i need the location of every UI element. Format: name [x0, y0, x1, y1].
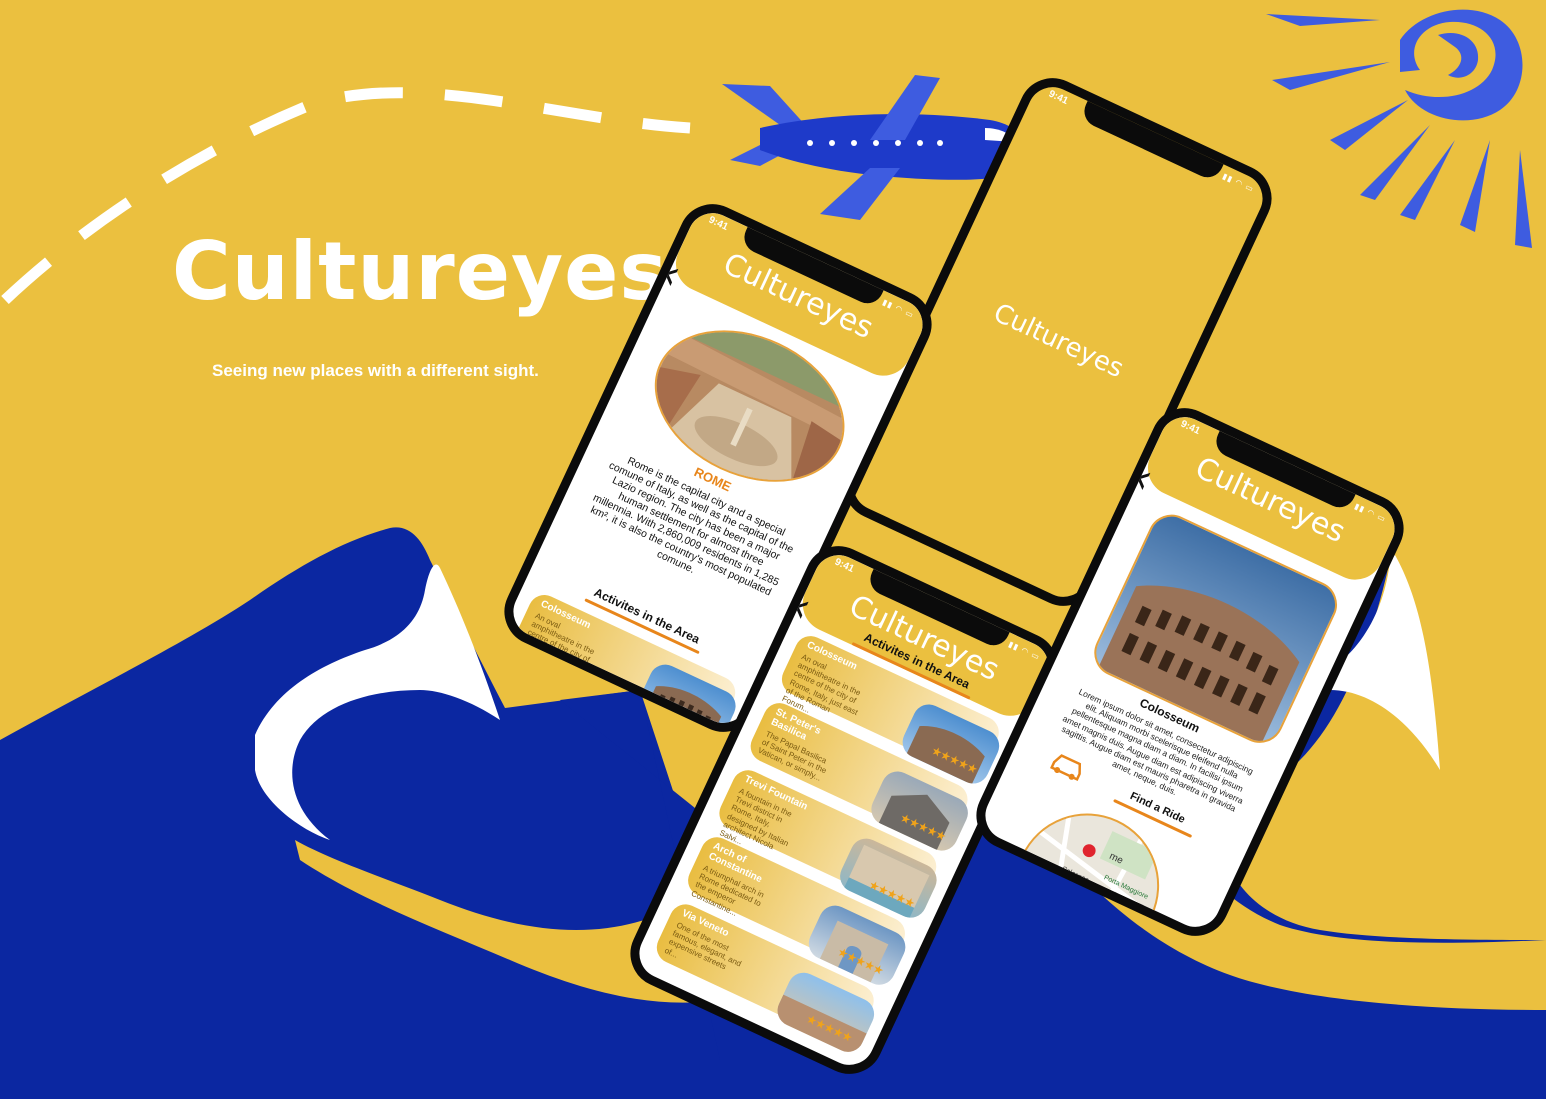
- status-time: 9:41: [706, 214, 730, 233]
- card-description: One of the most famous, elegant, and exp…: [663, 920, 743, 972]
- status-time: 9:41: [1046, 88, 1070, 107]
- sun-icon: [1266, 9, 1532, 248]
- brand-tagline: Seeing new places with a different sight…: [212, 361, 539, 380]
- status-time: 9:41: [832, 556, 856, 575]
- brand-title: Cultureyes: [172, 225, 669, 318]
- status-icons: ▮▮ ◠ ▭: [1221, 171, 1256, 194]
- splash-title: Cultureyes: [988, 298, 1129, 385]
- via-veneto-thumbnail: [772, 967, 880, 1058]
- status-time: 9:41: [1178, 418, 1202, 437]
- status-icons: ▮▮ ◠ ▭: [881, 297, 916, 320]
- status-icons: ▮▮ ◠ ▭: [1353, 501, 1388, 524]
- status-icons: ▮▮ ◠ ▭: [1007, 639, 1042, 662]
